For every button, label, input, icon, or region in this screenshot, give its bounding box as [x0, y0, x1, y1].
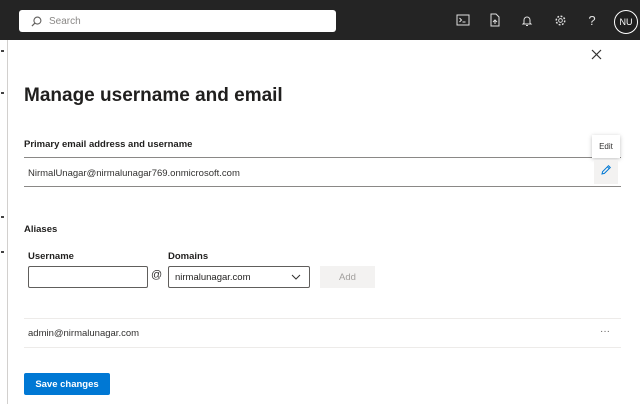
divider [24, 347, 621, 348]
domains-label: Domains [168, 251, 209, 262]
username-input[interactable] [28, 266, 148, 288]
divider [24, 157, 621, 158]
add-button[interactable]: Add [320, 266, 375, 288]
domains-dropdown[interactable]: nirmalunagar.com [168, 266, 310, 288]
aliases-heading: Aliases [24, 224, 58, 235]
primary-email-label: Primary email address and username [24, 139, 193, 150]
top-bar: Search ? NU [0, 0, 640, 40]
alias-email: admin@nirmalunagar.com [28, 328, 140, 339]
search-box[interactable]: Search [19, 10, 336, 32]
username-label: Username [28, 251, 74, 262]
at-symbol: @ [151, 269, 163, 281]
domain-selected: nirmalunagar.com [175, 271, 251, 283]
bell-icon[interactable] [517, 10, 537, 30]
save-changes-button[interactable]: Save changes [24, 373, 110, 395]
avatar[interactable]: NU [614, 10, 638, 34]
edit-button[interactable] [594, 160, 618, 184]
divider [24, 318, 621, 319]
chevron-down-icon [291, 272, 301, 283]
background-page [0, 40, 8, 404]
pencil-icon [600, 163, 612, 181]
gear-icon[interactable] [550, 10, 570, 30]
panel-title: Manage username and email [24, 85, 283, 106]
edit-tooltip: Edit [592, 135, 620, 158]
divider [24, 186, 621, 187]
more-options-icon[interactable]: ··· [600, 326, 610, 337]
primary-email-value: NirmalUnagar@nirmalunagar769.onmicrosoft… [28, 168, 240, 179]
help-icon[interactable]: ? [582, 10, 602, 30]
close-icon[interactable] [588, 46, 604, 62]
search-placeholder: Search [49, 15, 81, 27]
terminal-icon[interactable] [453, 10, 473, 30]
search-icon [25, 16, 47, 27]
document-icon[interactable] [485, 10, 505, 30]
